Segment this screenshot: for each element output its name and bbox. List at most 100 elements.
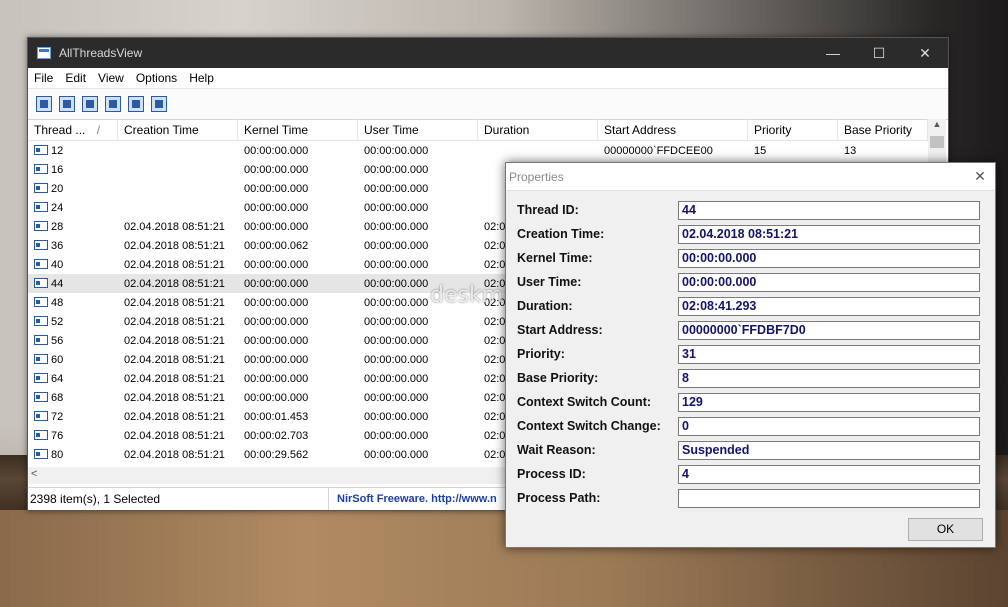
- property-value-field[interactable]: 00:00:00.000: [678, 248, 980, 268]
- menu-edit[interactable]: Edit: [59, 71, 92, 85]
- table-cell: 02.04.2018 08:51:21: [124, 239, 225, 252]
- property-value-field[interactable]: 00:00:00.000: [678, 272, 980, 292]
- table-cell: 56: [28, 334, 118, 347]
- property-value-field[interactable]: 00000000`FFDBF7D0: [678, 320, 980, 340]
- property-value-field[interactable]: 0: [678, 416, 980, 436]
- property-label: Base Priority:: [517, 371, 599, 385]
- menu-bar: File Edit View Options Help: [28, 68, 948, 89]
- thread-icon: [34, 372, 48, 383]
- table-cell: 02.04.2018 08:51:21: [124, 429, 225, 442]
- thread-icon: [34, 429, 48, 440]
- thread-id-text: 76: [51, 429, 64, 442]
- table-cell: 00:00:00.000: [244, 258, 309, 271]
- property-value-field[interactable]: 02.04.2018 08:51:21: [678, 224, 980, 244]
- property-value-field[interactable]: 02:08:41.293: [678, 296, 980, 316]
- property-label: Thread ID:: [517, 203, 579, 217]
- dialog-title-bar[interactable]: Properties ✕: [506, 163, 995, 191]
- thread-id-text: 56: [51, 334, 64, 347]
- menu-view[interactable]: View: [92, 71, 130, 85]
- table-cell: 52: [28, 315, 118, 328]
- thread-icon: [34, 182, 48, 193]
- thread-id-text: 24: [51, 201, 64, 214]
- column-duration[interactable]: Duration: [478, 119, 598, 140]
- property-label: Priority:: [517, 347, 565, 361]
- property-row: Process Path:: [517, 488, 987, 508]
- property-label: Start Address:: [517, 323, 603, 337]
- property-row: Thread ID: 44: [517, 200, 987, 220]
- property-value-field[interactable]: 31: [678, 344, 980, 364]
- minimize-button[interactable]: —: [810, 38, 856, 68]
- property-label: Duration:: [517, 299, 573, 313]
- column-user-time[interactable]: User Time: [358, 119, 478, 140]
- property-value-field[interactable]: Suspended: [678, 440, 980, 460]
- find-icon[interactable]: [128, 96, 144, 112]
- sort-indicator: /: [96, 123, 101, 137]
- column-base-priority[interactable]: Base Priority: [838, 119, 928, 140]
- table-cell: 02.04.2018 08:51:21: [124, 391, 225, 404]
- table-cell: 00:00:00.000: [364, 182, 429, 195]
- menu-file[interactable]: File: [28, 71, 59, 85]
- save-icon[interactable]: [36, 96, 52, 112]
- thread-id-text: 72: [51, 410, 64, 423]
- table-cell: 00:00:00.000: [364, 220, 429, 233]
- table-cell: 00:00:00.000: [244, 144, 309, 157]
- column-kernel-time[interactable]: Kernel Time: [238, 119, 358, 140]
- thread-id-text: 20: [51, 182, 64, 195]
- table-cell: 20: [28, 182, 118, 195]
- thread-id-text: 44: [51, 277, 64, 290]
- property-value-field[interactable]: 8: [678, 368, 980, 388]
- thread-icon: [34, 201, 48, 212]
- table-cell: 00:00:01.453: [244, 410, 309, 423]
- refresh-icon[interactable]: [59, 96, 75, 112]
- maximize-button[interactable]: ☐: [856, 38, 902, 68]
- column-thread-id[interactable]: Thread ... /: [28, 119, 118, 140]
- scroll-left-icon[interactable]: <: [31, 468, 37, 480]
- menu-options[interactable]: Options: [130, 71, 183, 85]
- property-value-field[interactable]: 44: [678, 200, 980, 220]
- table-cell: 02.04.2018 08:51:21: [124, 220, 225, 233]
- table-cell: 00:00:00.000: [364, 334, 429, 347]
- table-cell: 02.04.2018 08:51:21: [124, 334, 225, 347]
- ok-button[interactable]: OK: [908, 518, 983, 541]
- table-cell: 02.04.2018 08:51:21: [124, 353, 225, 366]
- column-priority[interactable]: Priority: [748, 119, 838, 140]
- menu-help[interactable]: Help: [183, 71, 220, 85]
- table-cell: 44: [28, 277, 118, 290]
- column-creation-time[interactable]: Creation Time: [118, 119, 238, 140]
- table-cell: 00:00:00.000: [364, 391, 429, 404]
- table-cell: 00:00:00.000: [244, 296, 309, 309]
- table-cell: 72: [28, 410, 118, 423]
- table-cell: 00:00:00.000: [244, 372, 309, 385]
- table-cell: 00:00:00.062: [244, 239, 309, 252]
- scroll-thumb[interactable]: [930, 136, 944, 148]
- table-cell: 00:00:00.000: [364, 144, 429, 157]
- table-cell: 80: [28, 448, 118, 461]
- table-row[interactable]: 12 00:00:00.000 00:00:00.000 00000000`FFDCE…: [28, 141, 928, 160]
- column-start-address[interactable]: Start Address: [598, 119, 748, 140]
- title-bar[interactable]: AllThreadsView — ☐ ✕: [28, 38, 948, 68]
- property-label: Kernel Time:: [517, 251, 593, 265]
- table-cell: 40: [28, 258, 118, 271]
- dialog-close-button[interactable]: ✕: [965, 168, 995, 185]
- property-value-field[interactable]: [678, 488, 980, 508]
- copy-icon[interactable]: [82, 96, 98, 112]
- property-value-field[interactable]: 4: [678, 464, 980, 484]
- scroll-up-icon[interactable]: ▲: [928, 119, 946, 135]
- properties-icon[interactable]: [105, 96, 121, 112]
- table-cell: 00:00:00.000: [244, 391, 309, 404]
- table-cell: 15: [754, 144, 767, 157]
- table-cell: 68: [28, 391, 118, 404]
- property-label: Context Switch Count:: [517, 395, 652, 409]
- thread-icon: [34, 410, 48, 421]
- property-label: Process ID:: [517, 467, 586, 481]
- table-header: Thread ... / Creation Time Kernel Time U…: [28, 119, 928, 141]
- status-credit-link[interactable]: NirSoft Freeware. http://www.n: [329, 493, 497, 505]
- property-value-field[interactable]: 129: [678, 392, 980, 412]
- close-button[interactable]: ✕: [902, 38, 948, 68]
- thread-icon: [34, 163, 48, 174]
- table-cell: 02.04.2018 08:51:21: [124, 410, 225, 423]
- table-cell: 00:00:00.000: [364, 239, 429, 252]
- table-cell: 24: [28, 201, 118, 214]
- exit-icon[interactable]: [151, 96, 167, 112]
- property-row: Process ID: 4: [517, 464, 987, 484]
